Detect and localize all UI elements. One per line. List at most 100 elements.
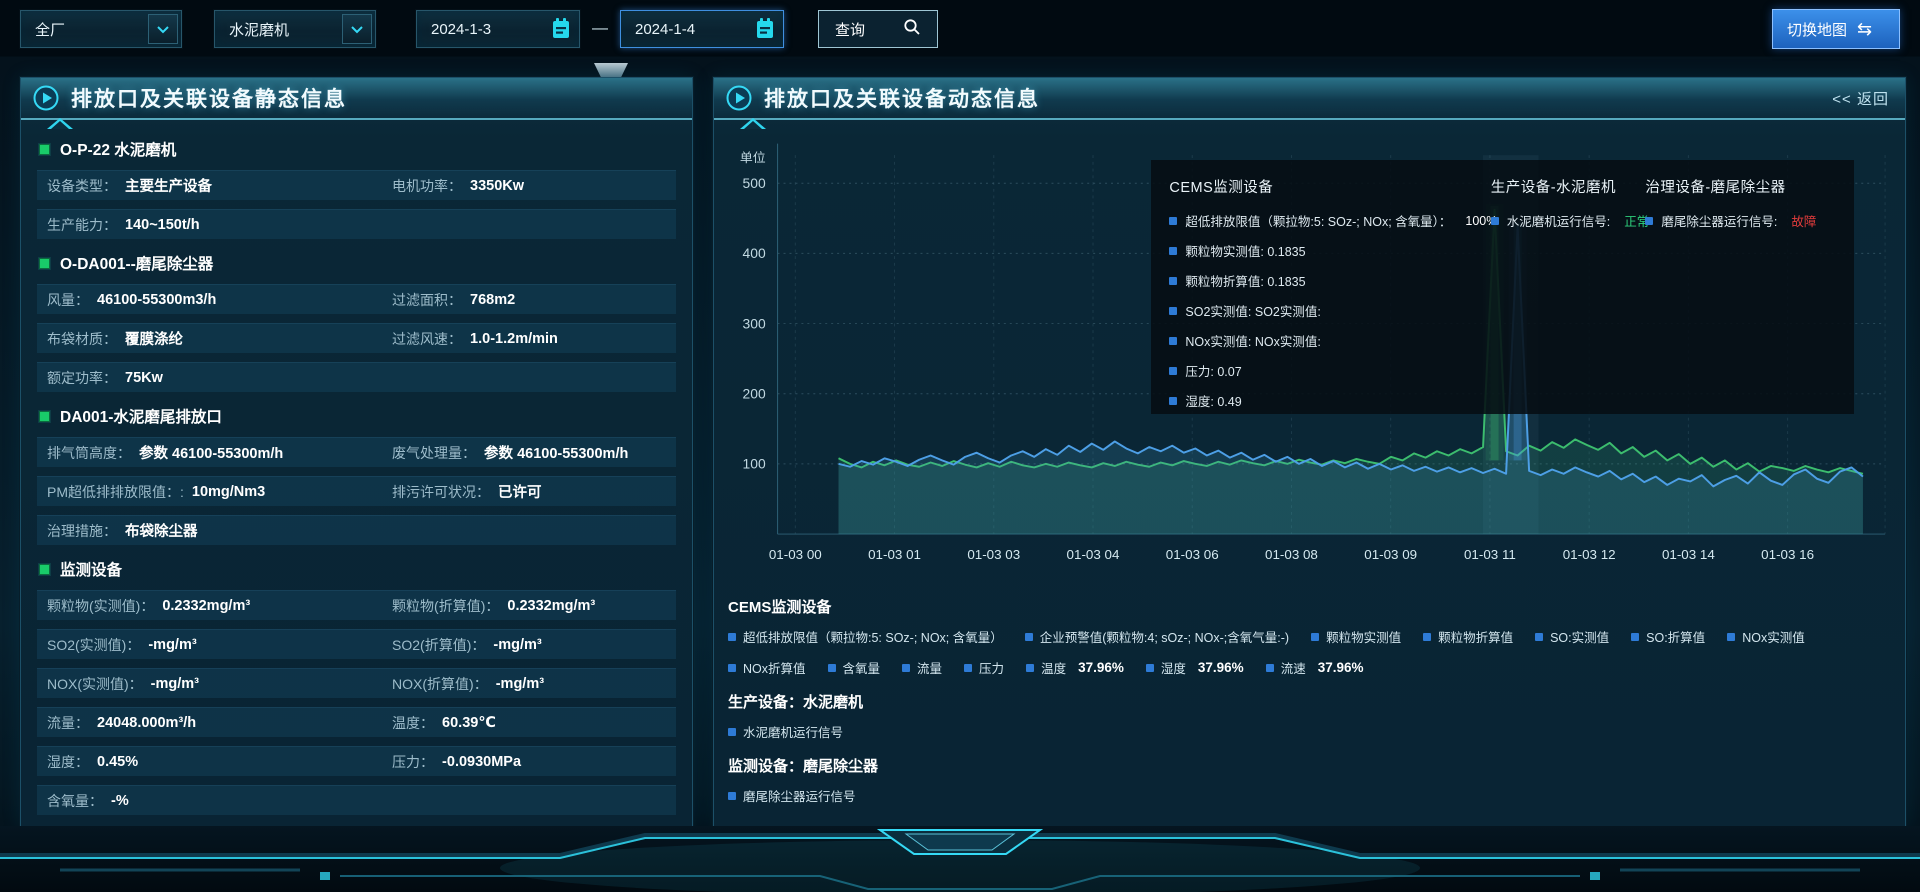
field-value: 0.2332mg/m³: [507, 598, 595, 614]
tooltip-row-label: 颗粒物折算值: 0.1835: [1185, 271, 1305, 290]
static-info-list: O-P-22 水泥磨机设备类型：主要生产设备电机功率：3350Kw生产能力：14…: [21, 120, 692, 815]
tooltip-column: 治理设备-磨尾除尘器磨尾除尘器运行信号:故障: [1645, 176, 1852, 421]
legend-item-label: 颗粒物实测值: [1326, 627, 1401, 646]
section-title-text: 监测设备: [60, 558, 122, 580]
legend-item[interactable]: 企业预警值(颗粒物:4; sOz-; NOx-;含氧气量:-): [1025, 627, 1289, 646]
device-select[interactable]: 水泥磨机: [214, 10, 376, 48]
svg-text:01-03 03: 01-03 03: [967, 547, 1020, 562]
legend-item[interactable]: NOx折算值: [728, 658, 806, 677]
legend-marker-icon: [1311, 633, 1319, 641]
section-title: DA001-水泥磨尾排放口: [37, 401, 676, 431]
tooltip-row: 颗粒物折算值: 0.1835: [1169, 271, 1482, 290]
svg-text:01-03 06: 01-03 06: [1166, 547, 1219, 562]
legend-item[interactable]: 超低排放限值（颗拉物:5: SOz-; NOx; 含氧量）: [728, 627, 1003, 646]
tooltip-row: 颗粒物实测值: 0.1835: [1169, 241, 1482, 260]
calendar-icon[interactable]: [550, 17, 572, 41]
legend-item[interactable]: 湿度37.96%: [1146, 658, 1244, 677]
chevron-down-icon[interactable]: [342, 14, 372, 44]
calendar-icon[interactable]: [754, 17, 776, 41]
date-range-separator: —: [592, 20, 608, 38]
svg-text:01-03 04: 01-03 04: [1067, 547, 1120, 562]
emissions-chart[interactable]: 01-03 0001-03 0101-03 0301-03 0401-03 06…: [724, 134, 1895, 586]
legend-marker-icon: [1727, 633, 1735, 641]
dynamic-panel-title: 排放口及关联设备动态信息: [764, 83, 1040, 113]
svg-text:01-03 16: 01-03 16: [1761, 547, 1814, 562]
info-row: 风量：46100-55300m3/h过滤面积：768m2: [37, 284, 676, 314]
query-button[interactable]: 查询: [818, 10, 938, 48]
legend-item[interactable]: 流速37.96%: [1266, 658, 1364, 677]
panel-top-tab-decoration: [594, 63, 628, 77]
info-cell: NOX(实测值)：-mg/m³: [37, 674, 382, 694]
legend-item[interactable]: 颗粒物折算值: [1423, 627, 1513, 646]
tooltip-row-label: 压力: 0.07: [1185, 361, 1241, 380]
legend-marker-icon: [728, 728, 736, 736]
field-label: 废气处理量：: [392, 443, 476, 463]
legend-items: 超低排放限值（颗拉物:5: SOz-; NOx; 含氧量） 企业预警值(颗粒物:4…: [728, 627, 1891, 677]
svg-text:400: 400: [743, 246, 767, 261]
field-label: 排污许可状况：: [392, 482, 490, 502]
series-marker-icon: [1169, 337, 1177, 345]
info-cell: SO2(实测值)：-mg/m³: [37, 635, 382, 655]
switch-map-label: 切换地图: [1787, 19, 1847, 40]
header-chevron-decoration: [47, 118, 73, 129]
tooltip-row-label: 湿度: 0.49: [1185, 391, 1241, 410]
tooltip-row-label: 磨尾除尘器运行信号:: [1661, 211, 1777, 230]
start-date-input[interactable]: 2024-1-3: [416, 10, 580, 48]
info-cell: 布袋材质：覆膜涤纶: [37, 328, 382, 349]
legend-item[interactable]: 磨尾除尘器运行信号: [728, 786, 856, 805]
legend-item[interactable]: 含氧量: [828, 658, 881, 677]
legend-item[interactable]: SO:实测值: [1535, 627, 1609, 646]
chart-legend: CEMS监测设备超低排放限值（颗拉物:5: SOz-; NOx; 含氧量）企业预…: [728, 596, 1891, 805]
legend-item[interactable]: SO:折算值: [1631, 627, 1705, 646]
start-date-value: 2024-1-3: [431, 21, 491, 38]
field-label: 额定功率：: [47, 368, 117, 388]
legend-marker-icon: [1631, 633, 1639, 641]
info-cell: 压力：-0.0930MPa: [382, 752, 676, 772]
field-label: 过滤风速：: [392, 329, 462, 349]
legend-marker-icon: [1146, 664, 1154, 672]
legend-item[interactable]: 水泥磨机运行信号: [728, 722, 843, 741]
series-marker-icon: [1169, 307, 1177, 315]
swap-arrows-icon: ⇆: [1857, 20, 1872, 38]
legend-item[interactable]: 压力: [964, 658, 1004, 677]
info-cell: 温度：60.39℃: [382, 713, 676, 733]
tooltip-row-label: NOx实测值: NOx实测值:: [1185, 331, 1320, 350]
legend-item-label: NOx实测值: [1742, 627, 1805, 646]
section-title: O-P-22 水泥磨机: [37, 134, 676, 164]
field-label: 设备类型：: [47, 176, 117, 196]
dynamic-info-panel: 排放口及关联设备动态信息 << 返回 01-03 0001-03 0101-03…: [713, 77, 1906, 827]
svg-text:01-03 14: 01-03 14: [1662, 547, 1715, 562]
legend-item[interactable]: NOx实测值: [1727, 627, 1805, 646]
field-value: 0.2332mg/m³: [162, 598, 250, 614]
tooltip-row: 湿度: 0.49: [1169, 391, 1482, 410]
series-marker-icon: [1169, 367, 1177, 375]
section-title-text: O-P-22 水泥磨机: [60, 138, 176, 160]
field-label: NOX(折算值)：: [392, 674, 488, 694]
svg-text:01-03 12: 01-03 12: [1563, 547, 1616, 562]
info-row: 布袋材质：覆膜涤纶过滤风速：1.0-1.2m/min: [37, 323, 676, 353]
info-row: 湿度：0.45%压力：-0.0930MPa: [37, 746, 676, 776]
legend-item[interactable]: 温度37.96%: [1026, 658, 1124, 677]
field-value: 布袋除尘器: [125, 520, 198, 541]
section-title-text: DA001-水泥磨尾排放口: [60, 405, 222, 427]
info-cell: 额定功率：75Kw: [37, 368, 382, 388]
field-value: 24048.000m³/h: [97, 715, 196, 731]
play-icon: [726, 85, 752, 111]
info-cell: 流量：24048.000m³/h: [37, 713, 382, 733]
field-value: 主要生产设备: [125, 175, 212, 196]
info-cell: 湿度：0.45%: [37, 752, 382, 772]
plant-select[interactable]: 全厂: [20, 10, 182, 48]
switch-map-button[interactable]: 切换地图 ⇆: [1772, 9, 1900, 49]
end-date-input[interactable]: 2024-1-4: [620, 10, 784, 48]
legend-item-label: SO:实测值: [1550, 627, 1609, 646]
info-cell: 颗粒物(折算值)：0.2332mg/m³: [382, 596, 676, 616]
chevron-down-icon[interactable]: [148, 14, 178, 44]
legend-item[interactable]: 颗粒物实测值: [1311, 627, 1401, 646]
legend-item-label: 温度: [1041, 658, 1066, 677]
legend-item[interactable]: 流量: [902, 658, 942, 677]
back-link[interactable]: << 返回: [1832, 88, 1889, 109]
legend-item-label: 水泥磨机运行信号: [743, 722, 843, 741]
legend-marker-icon: [1025, 633, 1033, 641]
series-marker-icon: [1169, 247, 1177, 255]
field-label: PM超低排排放限值：:: [47, 482, 184, 502]
